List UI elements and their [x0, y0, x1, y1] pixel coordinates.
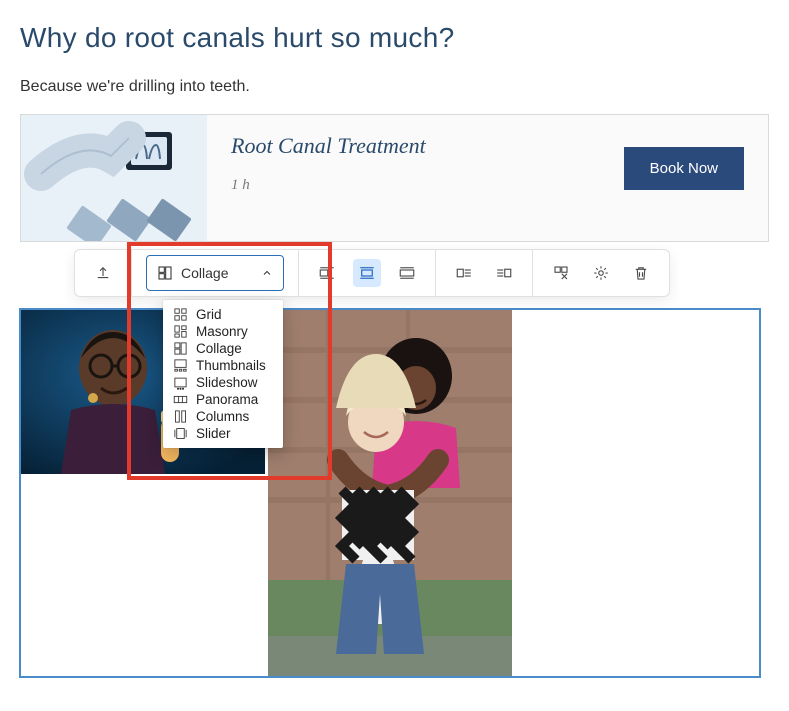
chevron-up-icon	[261, 267, 273, 279]
layout-option-label: Collage	[196, 341, 242, 356]
layout-select-label: Collage	[181, 265, 228, 281]
gear-icon	[592, 264, 610, 282]
text-wrap-right-icon	[495, 264, 513, 282]
layout-option-slideshow[interactable]: Slideshow	[163, 374, 283, 391]
service-name: Root Canal Treatment	[231, 133, 426, 159]
layout-option-label: Columns	[196, 409, 249, 424]
service-text: Root Canal Treatment 1 h	[231, 133, 426, 194]
layout-option-thumbnails[interactable]: Thumbnails	[163, 357, 283, 374]
layout-option-label: Slideshow	[196, 375, 258, 390]
align-image-full-icon	[398, 264, 416, 282]
settings-button[interactable]	[587, 259, 615, 287]
page-subtitle: Because we're drilling into teeth.	[0, 54, 789, 96]
layout-option-slider[interactable]: Slider	[163, 425, 283, 442]
service-duration: 1 h	[231, 177, 426, 194]
layout-option-label: Thumbnails	[196, 358, 266, 373]
layout-select[interactable]: Collage	[146, 255, 284, 291]
service-body: Root Canal Treatment 1 h Book Now	[207, 115, 768, 241]
align-full-button[interactable]	[393, 259, 421, 287]
layout-dropdown: Grid Masonry Collage Thumbnails Slidesho…	[163, 300, 283, 448]
align-left-button[interactable]	[313, 259, 341, 287]
edit-gallery-button[interactable]	[547, 259, 575, 287]
wrap-right-button[interactable]	[490, 259, 518, 287]
layout-option-panorama[interactable]: Panorama	[163, 391, 283, 408]
book-now-button[interactable]: Book Now	[624, 147, 744, 190]
layout-option-label: Masonry	[196, 324, 248, 339]
grid-icon	[173, 307, 188, 322]
panorama-icon	[173, 392, 188, 407]
slideshow-icon	[173, 375, 188, 390]
gallery-toolbar: Collage	[74, 249, 670, 297]
align-image-left-icon	[318, 264, 336, 282]
service-card: Root Canal Treatment 1 h Book Now	[20, 114, 769, 242]
thumbnails-icon	[173, 358, 188, 373]
upload-icon	[94, 264, 112, 282]
gallery-collage[interactable]	[19, 308, 761, 678]
wrap-left-button[interactable]	[450, 259, 478, 287]
layout-option-label: Grid	[196, 307, 222, 322]
layout-option-label: Panorama	[196, 392, 258, 407]
page-title: Why do root canals hurt so much?	[0, 0, 789, 54]
delete-button[interactable]	[627, 259, 655, 287]
upload-button[interactable]	[89, 259, 117, 287]
service-thumbnail	[21, 115, 207, 241]
layout-option-columns[interactable]: Columns	[163, 408, 283, 425]
slider-icon	[173, 426, 188, 441]
edit-gallery-icon	[552, 264, 570, 282]
columns-icon	[173, 409, 188, 424]
masonry-icon	[173, 324, 188, 339]
align-center-button[interactable]	[353, 259, 381, 287]
layout-option-label: Slider	[196, 426, 231, 441]
trash-icon	[632, 264, 650, 282]
gallery-image-2[interactable]	[268, 310, 512, 678]
text-wrap-left-icon	[455, 264, 473, 282]
layout-option-collage[interactable]: Collage	[163, 340, 283, 357]
align-image-center-icon	[358, 264, 376, 282]
collage-icon	[173, 341, 188, 356]
layout-option-masonry[interactable]: Masonry	[163, 323, 283, 340]
collage-layout-icon	[157, 265, 173, 281]
layout-option-grid[interactable]: Grid	[163, 306, 283, 323]
